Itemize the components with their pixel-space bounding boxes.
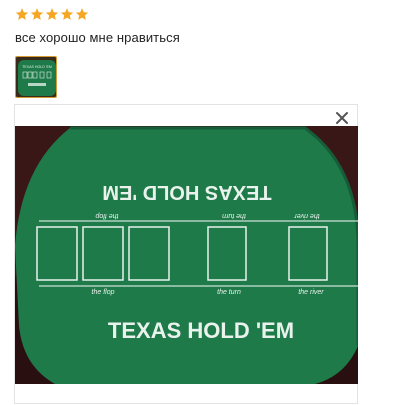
thumb-title: TEXAS HOLD 'EM (22, 65, 52, 69)
star-icon (60, 8, 74, 20)
image-viewer: TEXAS HOLD 'EM the flop the turn the riv… (14, 104, 358, 404)
photo-thumbnail[interactable]: TEXAS HOLD 'EM (15, 56, 57, 98)
close-icon[interactable] (335, 111, 349, 125)
poker-table-image: TEXAS HOLD 'EM the flop the turn the riv… (15, 126, 358, 384)
review-photo: TEXAS HOLD 'EM the flop the turn the riv… (15, 126, 358, 384)
table-title-top: TEXAS HOLD 'EM (102, 181, 271, 203)
label-flop: the flop (92, 289, 115, 296)
star-icon (15, 8, 29, 20)
label-turn-top: the turn (222, 212, 246, 219)
review-text: все хорошо мне нравиться (15, 30, 180, 45)
star-icon (45, 8, 59, 20)
thumbnail-image: TEXAS HOLD 'EM (16, 57, 56, 97)
star-icon (75, 8, 89, 20)
label-flop-top: the flop (95, 212, 118, 219)
label-river: the river (298, 289, 324, 296)
label-river-top: the river (294, 212, 320, 219)
star-rating (15, 7, 89, 21)
star-icon (30, 8, 44, 20)
table-title-bottom: TEXAS HOLD 'EM (108, 318, 294, 343)
label-turn: the turn (217, 289, 241, 296)
